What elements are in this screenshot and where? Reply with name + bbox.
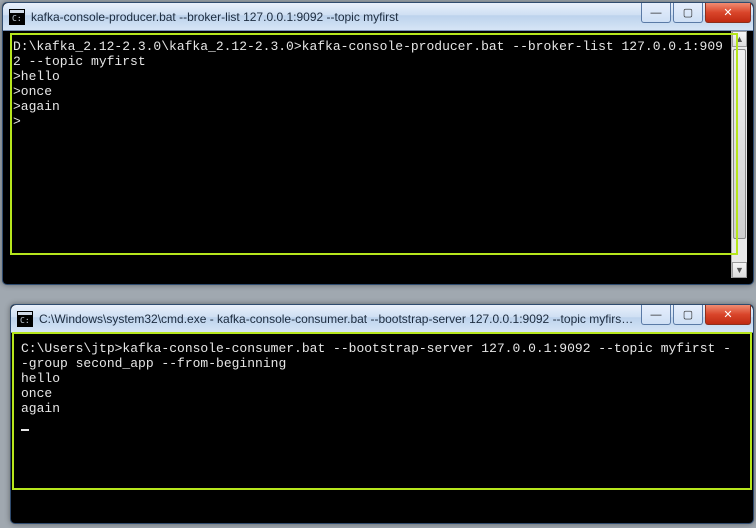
- svg-text:C:: C:: [12, 14, 22, 23]
- window-controls: — ▢ ✕: [641, 3, 753, 30]
- terminal-line: >again: [13, 99, 60, 114]
- cmd-icon: C:: [17, 311, 33, 327]
- cmd-icon: C:: [9, 9, 25, 25]
- terminal-line: D:\kafka_2.12-2.3.0\kafka_2.12-2.3.0>kaf…: [13, 39, 723, 54]
- svg-text:C:: C:: [20, 316, 30, 325]
- scroll-down-button[interactable]: ▼: [732, 262, 747, 278]
- producer-window: C: kafka-console-producer.bat --broker-l…: [2, 2, 754, 285]
- close-button[interactable]: ✕: [705, 305, 751, 325]
- window-title: kafka-console-producer.bat --broker-list…: [31, 10, 635, 24]
- minimize-button[interactable]: —: [641, 305, 671, 325]
- window-controls: — ▢ ✕: [641, 305, 753, 332]
- terminal-output[interactable]: D:\kafka_2.12-2.3.0\kafka_2.12-2.3.0>kaf…: [9, 31, 731, 278]
- terminal-line: >: [13, 114, 21, 129]
- terminal-output[interactable]: C:\Users\jtp>kafka-console-consumer.bat …: [17, 333, 747, 517]
- client-area: D:\kafka_2.12-2.3.0\kafka_2.12-2.3.0>kaf…: [9, 31, 747, 278]
- window-title: C:\Windows\system32\cmd.exe - kafka-cons…: [39, 312, 635, 326]
- terminal-line: once: [21, 386, 52, 401]
- scrollbar[interactable]: ▲ ▼: [731, 31, 747, 278]
- close-button[interactable]: ✕: [705, 3, 751, 23]
- maximize-icon: ▢: [683, 308, 693, 321]
- terminal-line: hello: [21, 371, 60, 386]
- terminal-line: C:\Users\jtp>kafka-console-consumer.bat …: [21, 341, 731, 356]
- titlebar[interactable]: C: C:\Windows\system32\cmd.exe - kafka-c…: [11, 305, 753, 333]
- scroll-thumb[interactable]: [733, 49, 746, 239]
- close-icon: ✕: [723, 308, 732, 321]
- terminal-line: >hello: [13, 69, 60, 84]
- terminal-line: >once: [13, 84, 52, 99]
- close-icon: ✕: [723, 6, 732, 19]
- minimize-button[interactable]: —: [641, 3, 671, 23]
- maximize-icon: ▢: [683, 6, 693, 19]
- terminal-line: again: [21, 401, 60, 416]
- terminal-line: -group second_app --from-beginning: [21, 356, 286, 371]
- minimize-icon: —: [651, 309, 662, 321]
- titlebar[interactable]: C: kafka-console-producer.bat --broker-l…: [3, 3, 753, 31]
- scroll-up-button[interactable]: ▲: [732, 31, 747, 47]
- maximize-button[interactable]: ▢: [673, 305, 703, 325]
- terminal-cursor: [21, 429, 29, 431]
- maximize-button[interactable]: ▢: [673, 3, 703, 23]
- terminal-line: 2 --topic myfirst: [13, 54, 146, 69]
- client-area: C:\Users\jtp>kafka-console-consumer.bat …: [17, 333, 747, 517]
- consumer-window: C: C:\Windows\system32\cmd.exe - kafka-c…: [10, 304, 754, 524]
- minimize-icon: —: [651, 7, 662, 19]
